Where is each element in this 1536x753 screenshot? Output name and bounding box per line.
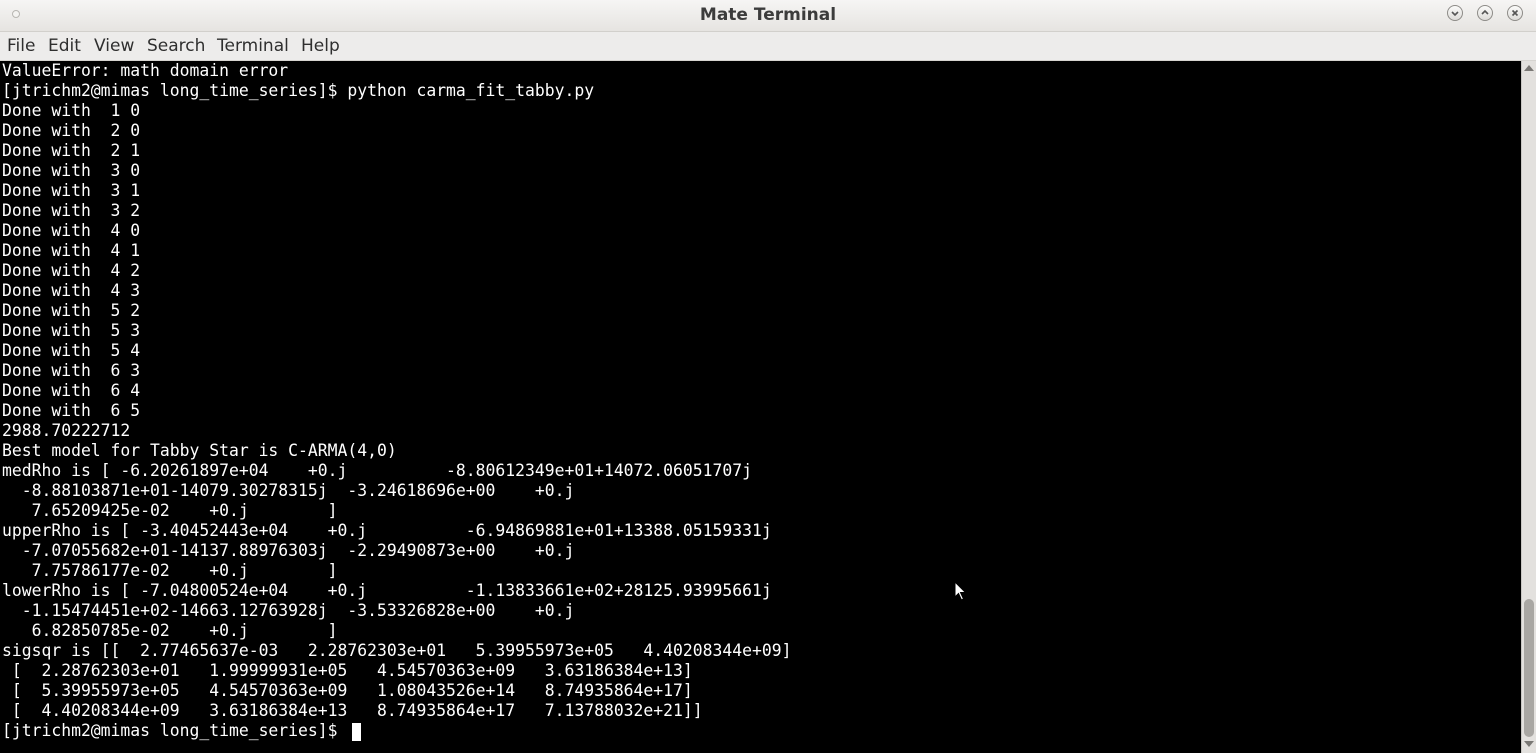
terminal-line: Done with 1 0 [2, 101, 141, 120]
terminal-line: Done with 3 2 [2, 201, 141, 220]
terminal-line: Done with 4 2 [2, 261, 141, 280]
terminal-line: [ 5.39955973e+05 4.54570363e+09 1.080435… [2, 681, 693, 700]
minimize-icon[interactable] [1447, 5, 1463, 21]
terminal-scrollbar[interactable] [1521, 61, 1536, 753]
mouse-pointer-icon [954, 581, 967, 601]
terminal-line: -1.15474451e+02-14663.12763928j -3.53326… [2, 601, 575, 620]
menu-search[interactable]: Search [147, 32, 205, 60]
maximize-icon[interactable] [1477, 5, 1493, 21]
scrollbar-thumb[interactable] [1524, 599, 1534, 737]
terminal-line: [ 2.28762303e+01 1.99999931e+05 4.545703… [2, 661, 693, 680]
terminal-line: Done with 6 5 [2, 401, 141, 420]
terminal-line: medRho is [ -6.20261897e+04 +0.j -8.8061… [2, 461, 752, 480]
close-icon[interactable] [1507, 5, 1523, 21]
terminal-line: lowerRho is [ -7.04800524e+04 +0.j -1.13… [2, 581, 772, 600]
terminal-line: Done with 6 4 [2, 381, 141, 400]
terminal-line: Done with 2 0 [2, 121, 141, 140]
menu-edit[interactable]: Edit [48, 32, 81, 60]
terminal-line: -7.07055682e+01-14137.88976303j -2.29490… [2, 541, 575, 560]
terminal-line: Done with 3 1 [2, 181, 141, 200]
terminal-line: 7.75786177e-02 +0.j ] [2, 561, 338, 580]
scroll-down-icon[interactable] [1524, 741, 1534, 747]
terminal-line: Done with 6 3 [2, 361, 141, 380]
terminal-output[interactable]: ValueError: math domain error [jtrichm2@… [0, 61, 1521, 753]
menu-file[interactable]: File [7, 32, 35, 60]
terminal-line: sigsqr is [[ 2.77465637e-03 2.28762303e+… [2, 641, 792, 660]
menu-terminal[interactable]: Terminal [217, 32, 289, 60]
window-title: Mate Terminal [699, 5, 837, 25]
terminal-line: Done with 5 4 [2, 341, 141, 360]
terminal-line: Done with 5 3 [2, 321, 141, 340]
terminal-window: Mate Terminal File Edit View Search Term… [0, 0, 1536, 753]
menu-help[interactable]: Help [301, 32, 340, 60]
terminal-line: Done with 2 1 [2, 141, 141, 160]
terminal-line: -8.88103871e+01-14079.30278315j -3.24618… [2, 481, 575, 500]
terminal-line: ValueError: math domain error [2, 61, 289, 80]
terminal-line: 6.82850785e-02 +0.j ] [2, 621, 338, 640]
terminal-line: [ 4.40208344e+09 3.63186384e+13 8.749358… [2, 701, 703, 720]
terminal-line: 2988.70222712 [2, 421, 131, 440]
text-cursor [352, 723, 361, 741]
title-bar[interactable]: Mate Terminal [0, 0, 1536, 32]
menu-bar: File Edit View Search Terminal Help [0, 32, 1536, 61]
terminal-prompt: [jtrichm2@mimas long_time_series]$ [2, 721, 348, 740]
terminal-line: 7.65209425e-02 +0.j ] [2, 501, 338, 520]
terminal-line: Done with 4 3 [2, 281, 141, 300]
terminal-line: upperRho is [ -3.40452443e+04 +0.j -6.94… [2, 521, 772, 540]
scroll-up-icon[interactable] [1524, 65, 1534, 71]
terminal-line: [jtrichm2@mimas long_time_series]$ pytho… [2, 81, 595, 100]
terminal-line: Done with 4 0 [2, 221, 141, 240]
terminal-line: Best model for Tabby Star is C-ARMA(4,0) [2, 441, 397, 460]
terminal-line: Done with 3 0 [2, 161, 141, 180]
terminal-line: Done with 5 2 [2, 301, 141, 320]
terminal-line: Done with 4 1 [2, 241, 141, 260]
menu-view[interactable]: View [94, 32, 134, 60]
